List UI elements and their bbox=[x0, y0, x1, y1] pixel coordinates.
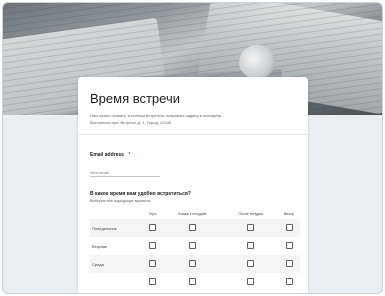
form-card: Время встречи Нам нужно позвать, в полно… bbox=[78, 77, 308, 293]
row-label: Вторник bbox=[92, 243, 107, 249]
grid-row bbox=[90, 273, 300, 291]
checkbox-grid: Утро Ближе к полудню После полудня Вечер… bbox=[90, 209, 300, 291]
grid-checkbox[interactable] bbox=[149, 278, 157, 286]
grid-checkbox[interactable] bbox=[247, 224, 255, 232]
row-label: Понедельник bbox=[90, 219, 144, 237]
browser-window: Время встречи Нам нужно позвать, в полно… bbox=[2, 2, 383, 294]
column-header: Ближе к полудню bbox=[178, 212, 207, 216]
grid-row: Среда bbox=[90, 255, 300, 273]
grid-checkbox[interactable] bbox=[188, 278, 196, 286]
email-field[interactable] bbox=[90, 169, 160, 177]
grid-checkbox[interactable] bbox=[149, 224, 157, 232]
grid-checkbox[interactable] bbox=[247, 260, 255, 268]
grid-checkbox[interactable] bbox=[188, 260, 196, 268]
required-mark: * bbox=[128, 152, 131, 158]
grid-row: Понедельник bbox=[90, 219, 300, 237]
email-question: Email address * bbox=[78, 135, 308, 177]
time-question-hint: Выберите все подходящие варианты bbox=[90, 199, 151, 203]
grid-checkbox[interactable] bbox=[247, 278, 255, 286]
row-label: Среда bbox=[90, 255, 144, 273]
form-header: Время встречи Нам нужно позвать, в полно… bbox=[78, 77, 308, 135]
row-label bbox=[90, 273, 144, 291]
email-label: Email address bbox=[90, 152, 124, 158]
grid-header-row: Утро Ближе к полудню После полудня Вечер bbox=[90, 209, 300, 219]
grid-checkbox[interactable] bbox=[285, 260, 293, 268]
form-description: Нам нужно позвать, в полном встретить по… bbox=[90, 113, 225, 118]
grid-checkbox[interactable] bbox=[285, 242, 293, 250]
grid-checkbox[interactable] bbox=[149, 260, 157, 268]
grid-checkbox[interactable] bbox=[247, 242, 255, 250]
grid-checkbox[interactable] bbox=[188, 242, 196, 250]
form-title: Время встречи bbox=[90, 91, 180, 106]
column-header: После полудня bbox=[238, 212, 264, 216]
grid-checkbox[interactable] bbox=[149, 242, 157, 250]
grid-corner bbox=[90, 209, 144, 219]
grid-row: Вторник bbox=[90, 237, 300, 255]
column-header: Вечер bbox=[284, 212, 294, 216]
time-question-label: В какое время вам удобно встретиться? bbox=[90, 191, 191, 197]
grid-checkbox[interactable] bbox=[285, 278, 293, 286]
grid-checkbox[interactable] bbox=[188, 224, 196, 232]
column-header: Утро bbox=[148, 212, 157, 216]
time-question: В какое время вам удобно встретиться? Вы… bbox=[78, 177, 308, 291]
form-details: Выполнить при: Встреча, д. 1, Город, 123… bbox=[90, 120, 172, 125]
grid-checkbox[interactable] bbox=[285, 224, 293, 232]
